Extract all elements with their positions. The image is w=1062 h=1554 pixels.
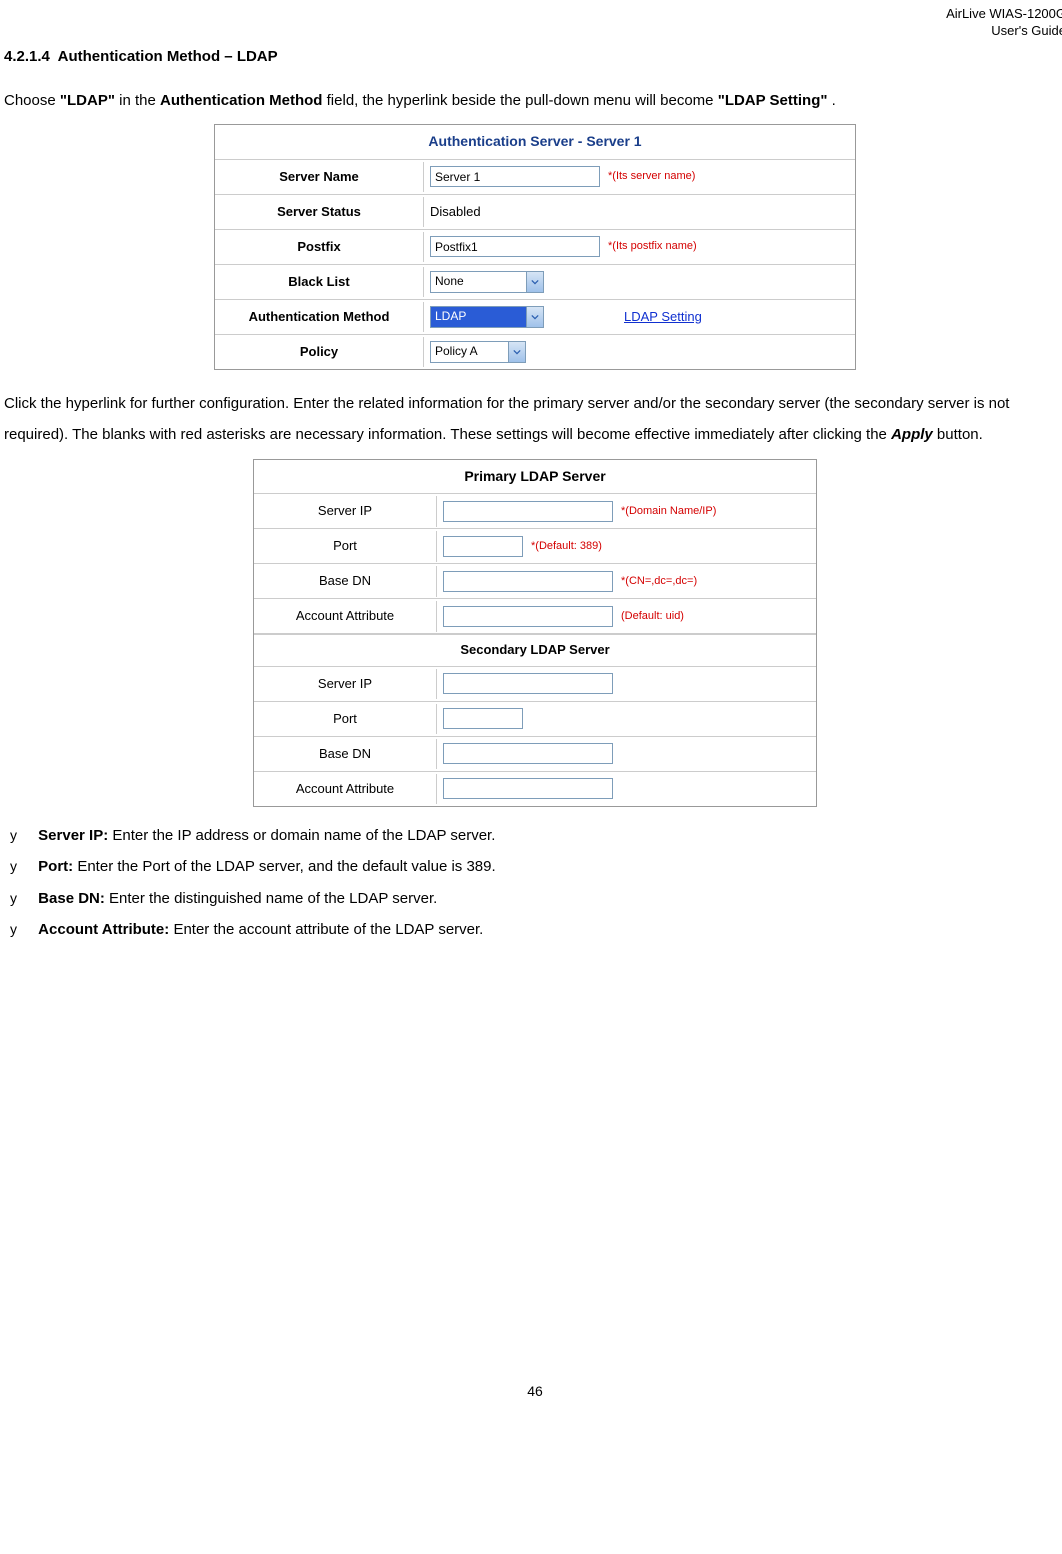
bullet-server-ip-t: Enter the IP address or domain name of t…: [108, 827, 495, 844]
row-black-list: Black List None: [215, 265, 855, 300]
primary-ldap-title: Primary LDAP Server: [254, 460, 816, 495]
bullet-base-dn-b: Base DN:: [38, 890, 105, 907]
auth-method-value: LDAP: [435, 308, 466, 325]
bullet-port: Port: Enter the Port of the LDAP server,…: [34, 856, 1062, 879]
row-policy: Policy Policy A: [215, 335, 855, 369]
postfix-hint: *(Its postfix name): [608, 239, 697, 254]
row-p-attr: Account Attribute (Default: uid): [254, 599, 816, 634]
bullet-port-b: Port:: [38, 858, 73, 875]
bullet-attr-t: Enter the account attribute of the LDAP …: [169, 921, 483, 938]
ldap-setting-link[interactable]: LDAP Setting: [624, 308, 702, 326]
label-server-name: Server Name: [215, 162, 424, 192]
auth-method-select[interactable]: LDAP: [430, 306, 544, 328]
policy-select[interactable]: Policy A: [430, 341, 526, 363]
p-ip-hint: *(Domain Name/IP): [621, 504, 716, 519]
label-policy: Policy: [215, 337, 424, 367]
secondary-ldap-title: Secondary LDAP Server: [254, 634, 816, 666]
product-name: AirLive WIAS-1200G: [946, 6, 1062, 21]
label-s-ip: Server IP: [254, 669, 437, 699]
intro-t2: in the: [119, 92, 160, 109]
intro-b2: Authentication Method: [160, 92, 322, 109]
label-p-dn: Base DN: [254, 566, 437, 596]
intro-b3: "LDAP Setting": [718, 92, 828, 109]
mid-b1: Apply: [891, 426, 933, 443]
row-auth-method: Authentication Method LDAP LDAP Setting: [215, 300, 855, 335]
intro-t1: Choose: [4, 92, 60, 109]
row-s-ip: Server IP: [254, 667, 816, 702]
server-name-input[interactable]: [430, 166, 600, 187]
p-attr-hint: (Default: uid): [621, 609, 684, 624]
server-name-hint: *(Its server name): [608, 169, 695, 184]
row-server-status: Server Status Disabled: [215, 195, 855, 230]
chevron-down-icon: [526, 272, 543, 292]
mid-t1: Click the hyperlink for further configur…: [4, 395, 1009, 444]
section-number: 4.2.1.4: [4, 48, 50, 65]
mid-paragraph: Click the hyperlink for further configur…: [4, 388, 1062, 451]
label-postfix: Postfix: [215, 232, 424, 262]
black-list-value: None: [435, 273, 464, 290]
row-postfix: Postfix *(Its postfix name): [215, 230, 855, 265]
intro-b1: "LDAP": [60, 92, 115, 109]
label-black-list: Black List: [215, 267, 424, 297]
mid-t2: button.: [937, 426, 983, 443]
s-attr-input[interactable]: [443, 778, 613, 799]
label-server-status: Server Status: [215, 197, 424, 227]
row-p-dn: Base DN *(CN=,dc=,dc=): [254, 564, 816, 599]
intro-t4: .: [832, 92, 836, 109]
doc-name: User's Guide: [991, 23, 1062, 38]
intro-paragraph: Choose "LDAP" in the Authentication Meth…: [4, 85, 1062, 117]
server-status-value: Disabled: [430, 203, 481, 221]
ldap-server-panel: Primary LDAP Server Server IP *(Domain N…: [253, 459, 817, 807]
postfix-input[interactable]: [430, 236, 600, 257]
page-number: 46: [4, 1382, 1062, 1402]
p-port-hint: *(Default: 389): [531, 539, 602, 554]
section-title: Authentication Method – LDAP: [58, 48, 278, 65]
bullet-base-dn: Base DN: Enter the distinguished name of…: [34, 888, 1062, 911]
auth-server-title: Authentication Server - Server 1: [215, 125, 855, 160]
p-ip-input[interactable]: [443, 501, 613, 522]
p-attr-input[interactable]: [443, 606, 613, 627]
row-s-dn: Base DN: [254, 737, 816, 772]
bullet-base-dn-t: Enter the distinguished name of the LDAP…: [105, 890, 437, 907]
label-auth-method: Authentication Method: [215, 302, 424, 332]
label-s-port: Port: [254, 704, 437, 734]
bullet-server-ip-b: Server IP:: [38, 827, 108, 844]
bullet-list: Server IP: Enter the IP address or domai…: [4, 825, 1062, 942]
intro-t3: field, the hyperlink beside the pull-dow…: [327, 92, 718, 109]
s-dn-input[interactable]: [443, 743, 613, 764]
page-header: AirLive WIAS-1200G User's Guide: [4, 0, 1062, 40]
s-ip-input[interactable]: [443, 673, 613, 694]
auth-server-panel: Authentication Server - Server 1 Server …: [214, 124, 856, 370]
s-port-input[interactable]: [443, 708, 523, 729]
p-port-input[interactable]: [443, 536, 523, 557]
label-s-attr: Account Attribute: [254, 774, 437, 804]
bullet-attr-b: Account Attribute:: [38, 921, 169, 938]
policy-value: Policy A: [435, 343, 478, 360]
row-s-attr: Account Attribute: [254, 772, 816, 806]
label-p-port: Port: [254, 531, 437, 561]
row-server-name: Server Name *(Its server name): [215, 160, 855, 195]
chevron-down-icon: [508, 342, 525, 362]
p-dn-hint: *(CN=,dc=,dc=): [621, 574, 697, 589]
p-dn-input[interactable]: [443, 571, 613, 592]
row-p-ip: Server IP *(Domain Name/IP): [254, 494, 816, 529]
label-p-attr: Account Attribute: [254, 601, 437, 631]
row-s-port: Port: [254, 702, 816, 737]
label-p-ip: Server IP: [254, 496, 437, 526]
section-heading: 4.2.1.4 Authentication Method – LDAP: [4, 46, 1062, 67]
bullet-server-ip: Server IP: Enter the IP address or domai…: [34, 825, 1062, 848]
bullet-port-t: Enter the Port of the LDAP server, and t…: [73, 858, 495, 875]
chevron-down-icon: [526, 307, 543, 327]
bullet-account-attr: Account Attribute: Enter the account att…: [34, 919, 1062, 942]
row-p-port: Port *(Default: 389): [254, 529, 816, 564]
label-s-dn: Base DN: [254, 739, 437, 769]
black-list-select[interactable]: None: [430, 271, 544, 293]
